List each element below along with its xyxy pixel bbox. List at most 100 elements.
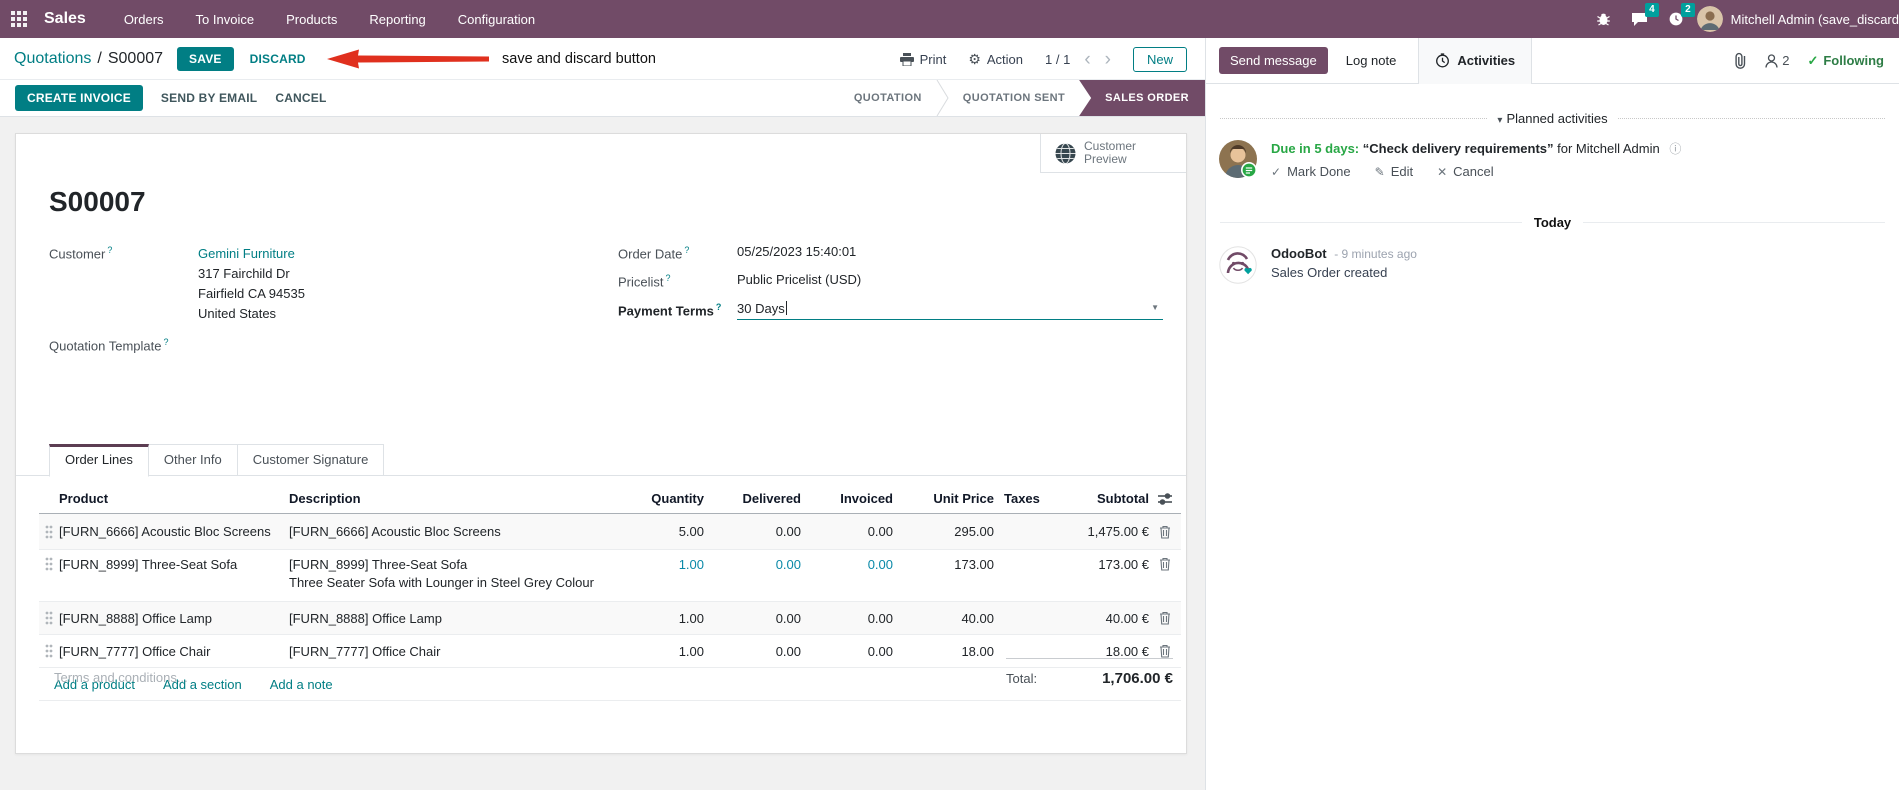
send-by-email-button[interactable]: SEND BY EMAIL <box>161 91 257 105</box>
help-icon: ? <box>163 337 169 347</box>
nav-menu-configuration[interactable]: Configuration <box>446 3 547 36</box>
following-toggle[interactable]: ✓ Following <box>1807 53 1884 69</box>
drag-handle-icon[interactable] <box>39 525 59 539</box>
messages-icon[interactable]: 4 <box>1625 0 1659 38</box>
cell-product: [FURN_8888] Office Lamp <box>59 610 212 626</box>
cancel-button[interactable]: CANCEL <box>275 91 326 105</box>
customer-link[interactable]: Gemini Furniture <box>198 244 569 264</box>
chatter-panel: Send message Log note Activities 2 ✓ Fol… <box>1205 37 1899 790</box>
totals-block: Total: 1,706.00 € <box>1006 658 1173 687</box>
table-row[interactable]: [FURN_8999] Three-Seat Sofa [FURN_8999] … <box>39 550 1181 602</box>
table-row[interactable]: [FURN_8888] Office Lamp [FURN_8888] Offi… <box>39 602 1181 635</box>
discard-button[interactable]: DISCARD <box>250 52 306 66</box>
stage-sales-order-active[interactable]: SALES ORDER <box>1079 80 1205 116</box>
tab-other-info[interactable]: Other Info <box>148 444 238 476</box>
quotation-template-input[interactable] <box>198 336 569 353</box>
cancel-activity-button[interactable]: ✕ Cancel <box>1437 164 1494 179</box>
delete-row-icon[interactable] <box>1149 644 1181 658</box>
attachment-paperclip-icon[interactable] <box>1733 52 1747 69</box>
customer-preview-label: Customer Preview <box>1084 139 1137 166</box>
nav-menu-products[interactable]: Products <box>274 3 349 36</box>
col-quantity[interactable]: Quantity <box>609 491 704 506</box>
new-button[interactable]: New <box>1132 46 1187 72</box>
message-author[interactable]: OdooBot <box>1271 246 1327 261</box>
address-line: Fairfield CA 94535 <box>198 286 305 301</box>
mark-done-button[interactable]: ✓ Mark Done <box>1271 164 1351 179</box>
tab-order-lines[interactable]: Order Lines <box>49 444 149 477</box>
cell-invoiced: 0.00 <box>867 610 893 626</box>
cell-unit-price: 295.00 <box>954 524 994 539</box>
odoobot-avatar <box>1219 246 1257 284</box>
pager-count: 1 / 1 <box>1045 51 1071 67</box>
delete-row-icon[interactable] <box>1149 525 1181 539</box>
check-icon: ✓ <box>1271 164 1282 179</box>
edit-activity-button[interactable]: ✎ Edit <box>1375 164 1413 179</box>
info-icon[interactable]: ⓘ <box>1669 142 1681 156</box>
col-description[interactable]: Description <box>289 491 609 506</box>
debug-bug-icon[interactable] <box>1589 0 1619 38</box>
pricelist-value[interactable]: Public Pricelist (USD) <box>737 272 1163 289</box>
pager-next-icon[interactable]: › <box>1105 50 1111 69</box>
stage-quotation-sent[interactable]: QUOTATION SENT <box>949 92 1079 104</box>
total-label: Total: <box>1006 671 1038 686</box>
app-name[interactable]: Sales <box>44 10 86 28</box>
pager: 1 / 1 ‹ › <box>1045 50 1111 69</box>
payment-terms-input[interactable]: 30 Days ▼ <box>737 301 1163 320</box>
send-message-button[interactable]: Send message <box>1219 47 1328 74</box>
save-button[interactable]: SAVE <box>177 46 234 71</box>
col-taxes[interactable]: Taxes <box>994 491 1054 506</box>
cell-subtotal: 173.00 € <box>1098 557 1149 572</box>
followers-button[interactable]: 2 <box>1765 53 1789 68</box>
cell-product: [FURN_6666] Acoustic Bloc Screens <box>59 524 271 539</box>
pager-previous-icon[interactable]: ‹ <box>1084 50 1090 69</box>
drag-handle-icon[interactable] <box>39 644 59 658</box>
cell-quantity: 1.00 <box>678 643 704 659</box>
print-button[interactable]: Print <box>899 52 946 67</box>
text-cursor <box>785 301 787 316</box>
customer-preview-button[interactable]: Customer Preview <box>1040 134 1186 173</box>
main-panel: Quotations / S00007 SAVE DISCARD save an… <box>0 38 1205 790</box>
caret-down-icon: ▾ <box>1497 115 1503 126</box>
payment-terms-label: Payment Terms? <box>618 301 722 318</box>
col-product[interactable]: Product <box>59 491 289 506</box>
user-name: Mitchell Admin (save_discard <box>1730 11 1899 27</box>
status-bar: CREATE INVOICE SEND BY EMAIL CANCEL QUOT… <box>0 80 1205 117</box>
table-row[interactable]: [FURN_6666] Acoustic Bloc Screens [FURN_… <box>39 514 1181 550</box>
tab-customer-signature[interactable]: Customer Signature <box>237 444 385 476</box>
activities-tab[interactable]: Activities <box>1418 37 1533 84</box>
log-note-button[interactable]: Log note <box>1346 53 1397 68</box>
cell-delivered: 0.00 <box>775 524 801 539</box>
create-invoice-button[interactable]: CREATE INVOICE <box>15 85 143 111</box>
drag-handle-icon[interactable] <box>39 557 59 571</box>
nav-menu-to-invoice[interactable]: To Invoice <box>184 3 267 36</box>
action-button[interactable]: ⚙ Action <box>968 51 1023 68</box>
stage-quotation[interactable]: QUOTATION <box>840 92 936 104</box>
planned-activities-toggle[interactable]: ▾ Planned activities <box>1487 111 1617 126</box>
order-date-label: Order Date? <box>618 245 690 262</box>
add-a-note-link[interactable]: Add a note <box>270 677 333 692</box>
col-unit-price[interactable]: Unit Price <box>893 491 994 506</box>
cell-delivered: 0.00 <box>775 643 801 659</box>
breadcrumb-separator: / <box>97 49 102 67</box>
breadcrumb-quotations-link[interactable]: Quotations <box>14 50 91 68</box>
apps-grid-icon[interactable] <box>0 11 38 27</box>
dropdown-caret-icon[interactable]: ▼ <box>1151 303 1159 312</box>
gear-icon: ⚙ <box>968 50 981 67</box>
activities-clock-icon[interactable]: 2 <box>1661 0 1695 38</box>
optional-columns-icon[interactable] <box>1149 492 1181 505</box>
nav-menu-reporting[interactable]: Reporting <box>357 3 437 36</box>
col-subtotal[interactable]: Subtotal <box>1054 491 1149 506</box>
cell-unit-price: 173.00 <box>954 557 994 572</box>
user-menu[interactable]: Mitchell Admin (save_discard <box>1696 6 1899 32</box>
col-delivered[interactable]: Delivered <box>704 491 801 506</box>
nav-menu-orders[interactable]: Orders <box>112 3 176 36</box>
order-date-value[interactable]: 05/25/2023 15:40:01 <box>737 244 1163 261</box>
delete-row-icon[interactable] <box>1149 557 1181 571</box>
cell-invoiced: 0.00 <box>867 524 893 539</box>
drag-handle-icon[interactable] <box>39 611 59 625</box>
terms-and-conditions-input[interactable]: Terms and conditions... <box>54 670 188 685</box>
delete-row-icon[interactable] <box>1149 611 1181 625</box>
cell-subtotal: 40.00 € <box>1105 610 1149 626</box>
col-invoiced[interactable]: Invoiced <box>801 491 893 506</box>
cell-subtotal: 18.00 € <box>1105 643 1149 659</box>
